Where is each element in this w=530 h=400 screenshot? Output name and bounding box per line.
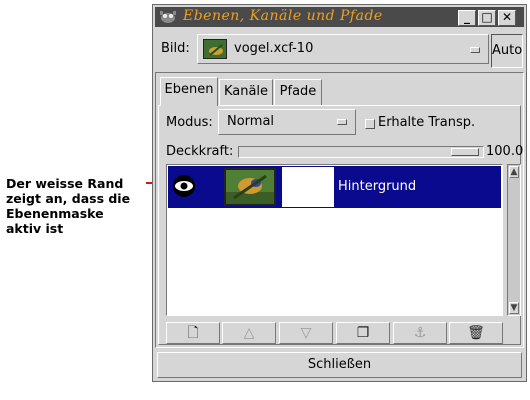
- raise-layer-icon: △: [243, 325, 255, 341]
- annotation-line: Der weisse Rand: [6, 176, 124, 191]
- layer-thumbnail[interactable]: [224, 168, 276, 206]
- maximize-icon: □: [481, 10, 493, 24]
- dropdown-indicator-icon: [470, 47, 480, 53]
- minimize-button[interactable]: _: [458, 10, 476, 26]
- annotation-line: aktiv ist: [6, 221, 64, 236]
- opacity-slider-handle[interactable]: [451, 148, 479, 156]
- close-button[interactable]: Schließen: [157, 352, 522, 378]
- opacity-slider[interactable]: [238, 146, 484, 158]
- annotation-line: Ebenenmaske: [6, 206, 104, 221]
- opacity-label: Deckkraft:: [166, 144, 234, 159]
- annotation-text: Der weisse Rand zeigt an, dass die Ebene…: [6, 176, 156, 236]
- delete-layer-button[interactable]: 🗑: [449, 322, 503, 344]
- tab-kanaele[interactable]: Kanäle: [219, 79, 273, 105]
- layer-list: Hintergrund: [166, 164, 503, 316]
- image-thumbnail: [203, 39, 227, 59]
- auto-button[interactable]: Auto: [491, 34, 523, 68]
- layers-dialog: Ebenen, Kanäle und Pfade _ □ ✕ Bild: vog…: [152, 4, 527, 382]
- scroll-down-icon[interactable]: ▼: [509, 302, 519, 314]
- annotation-line: zeigt an, dass die: [6, 191, 131, 206]
- raise-layer-button[interactable]: △: [222, 322, 276, 344]
- new-layer-icon: 🗋: [187, 325, 199, 341]
- layers-panel: Ebenen Kanäle Pfade Modus: Normal Erhalt…: [155, 72, 524, 348]
- minimize-icon: _: [464, 10, 470, 24]
- keep-transparency-checkbox[interactable]: [365, 119, 375, 129]
- mode-value: Normal: [227, 114, 275, 129]
- mode-label: Modus:: [166, 115, 213, 130]
- window-title: Ebenen, Kanäle und Pfade: [183, 8, 383, 24]
- image-label: Bild:: [161, 41, 190, 56]
- lower-layer-icon: ▽: [300, 325, 312, 341]
- new-layer-button[interactable]: 🗋: [166, 322, 220, 344]
- layer-list-scrollbar[interactable]: ▲ ▼: [507, 164, 521, 316]
- title-bar[interactable]: Ebenen, Kanäle und Pfade _ □ ✕: [155, 7, 524, 27]
- eye-icon[interactable]: [172, 174, 196, 198]
- duplicate-layer-icon: ❐: [356, 325, 370, 341]
- tab-pfade[interactable]: Pfade: [274, 79, 322, 105]
- image-select[interactable]: vogel.xcf-10: [197, 34, 489, 64]
- tab-ebenen[interactable]: Ebenen: [160, 77, 218, 106]
- dropdown-indicator-icon: [337, 119, 347, 125]
- layer-mask-thumbnail[interactable]: [282, 167, 334, 207]
- layer-toolbar: 🗋 △ ▽ ❐ ⚓ 🗑: [166, 322, 503, 344]
- mode-select[interactable]: Normal: [218, 109, 356, 135]
- close-window-button[interactable]: ✕: [498, 10, 516, 26]
- gimp-wilber-icon: [160, 11, 176, 23]
- image-name: vogel.xcf-10: [234, 41, 314, 56]
- maximize-button[interactable]: □: [478, 10, 496, 26]
- keep-transparency-label: Erhalte Transp.: [378, 115, 476, 130]
- layer-row[interactable]: Hintergrund: [168, 166, 501, 208]
- lower-layer-button[interactable]: ▽: [279, 322, 333, 344]
- anchor-layer-icon: ⚓: [413, 325, 427, 341]
- close-icon: ✕: [501, 10, 513, 24]
- scroll-up-icon[interactable]: ▲: [509, 166, 519, 178]
- opacity-value: 100.0: [486, 144, 524, 159]
- layer-name[interactable]: Hintergrund: [338, 179, 416, 194]
- delete-layer-icon: 🗑: [467, 325, 485, 341]
- anchor-layer-button[interactable]: ⚓: [393, 322, 447, 344]
- duplicate-layer-button[interactable]: ❐: [336, 322, 390, 344]
